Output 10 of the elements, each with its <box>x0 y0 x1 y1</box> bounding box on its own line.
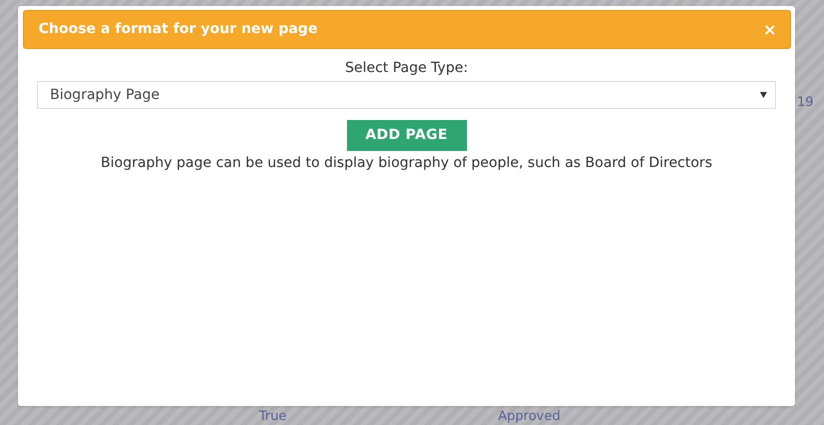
table-cell-text: 19 <box>797 95 814 111</box>
page-type-description: Biography page can be used to display biography of people, such as Board of Directors <box>100 154 712 172</box>
dialog-title: Choose a format for your new page <box>38 20 318 39</box>
table-cell-text: True <box>259 409 287 425</box>
select-label: Select Page Type: <box>345 59 468 77</box>
table-cell-text: Approved <box>498 409 560 425</box>
close-button[interactable]: × <box>763 22 776 38</box>
page-type-select[interactable]: Biography Page <box>37 81 776 109</box>
add-page-button[interactable]: ADD PAGE <box>346 120 466 151</box>
dropdown-caret-icon <box>760 92 767 98</box>
